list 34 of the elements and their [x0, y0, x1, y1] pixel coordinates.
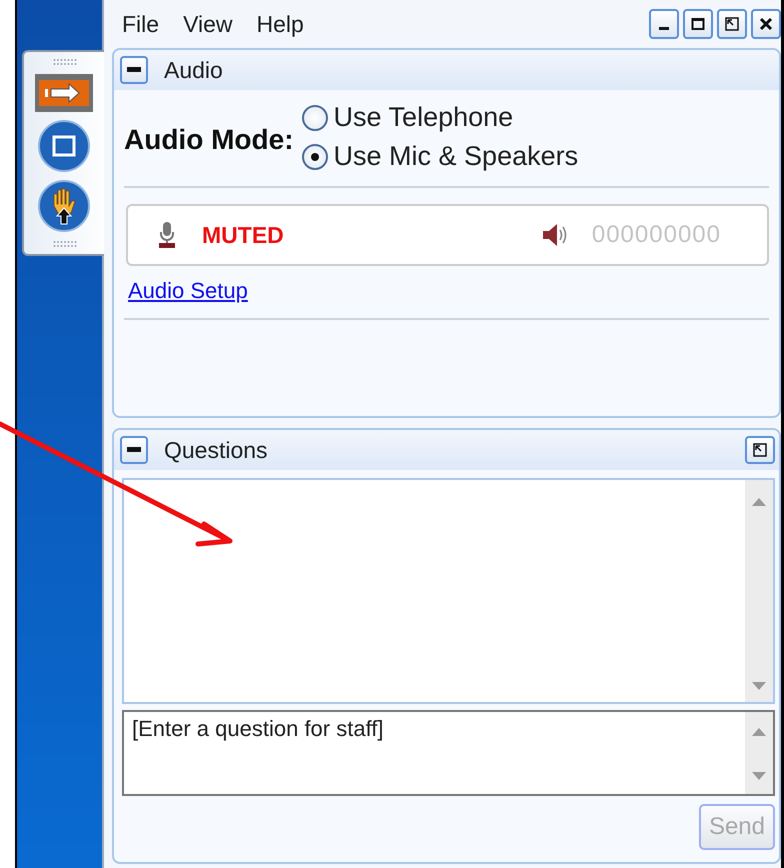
window-button[interactable]	[38, 120, 90, 172]
minus-icon[interactable]	[127, 447, 141, 453]
collapse-button[interactable]	[120, 56, 148, 84]
maximize-icon[interactable]	[690, 16, 706, 32]
close-icon[interactable]	[758, 16, 774, 32]
grip-icon	[51, 240, 77, 248]
maximize-button[interactable]	[683, 9, 713, 39]
minimize-button[interactable]	[649, 9, 679, 39]
raise-hand-button[interactable]	[38, 180, 90, 232]
panel-title: Audio	[164, 56, 223, 84]
restore-button[interactable]	[717, 9, 747, 39]
radio-label[interactable]: Use Mic & Speakers	[334, 141, 578, 172]
menu-item[interactable]: Help	[256, 10, 304, 38]
restore-icon[interactable]	[752, 442, 768, 458]
radio-button[interactable]	[302, 144, 328, 170]
mute-status: MUTED	[202, 222, 284, 248]
panel-title: Questions	[164, 436, 268, 464]
minus-icon[interactable]	[127, 67, 141, 73]
close-button[interactable]	[751, 9, 781, 39]
radio-button[interactable]	[302, 104, 328, 130]
question-input-field[interactable]: [Enter a question for staff]	[122, 710, 775, 796]
menu-item[interactable]: View	[183, 10, 232, 38]
audio-setup-link[interactable]: Audio Setup	[128, 278, 248, 304]
audio-mode-label: Audio Mode:	[124, 124, 294, 156]
menu-item[interactable]: File	[122, 10, 160, 38]
restore-button[interactable]	[745, 436, 775, 464]
arrow-button[interactable]	[35, 74, 93, 112]
speaker-level-readout: 000000000	[592, 221, 721, 249]
radio-label[interactable]: Use Telephone	[334, 102, 514, 133]
speaker-icon	[542, 223, 568, 247]
restore-icon[interactable]	[724, 16, 740, 32]
microphone-icon	[158, 222, 176, 248]
collapse-button[interactable]	[120, 436, 148, 464]
grip-icon	[51, 58, 77, 66]
